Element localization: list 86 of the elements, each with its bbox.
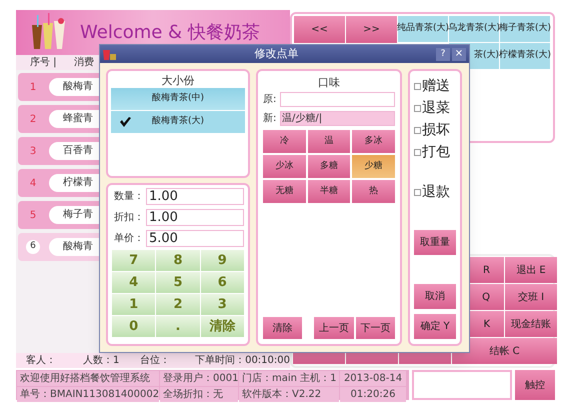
info-text: 下单时间：00:10:00 bbox=[195, 354, 290, 368]
value-field[interactable]: 1.00 bbox=[146, 188, 244, 205]
action-button[interactable]: 取重量 bbox=[414, 230, 456, 255]
menu-item-button[interactable]: 纯品青茶(大) bbox=[398, 16, 448, 42]
keypad-key[interactable]: . bbox=[156, 316, 200, 337]
checkbox[interactable] bbox=[414, 105, 421, 112]
keypad-key[interactable]: 1 bbox=[112, 294, 156, 315]
banner-title: Welcome & 快餐奶茶 bbox=[80, 21, 260, 45]
keypad-key[interactable]: 3 bbox=[200, 294, 244, 315]
function-button[interactable]: 结帐 C bbox=[452, 338, 557, 364]
new-field[interactable]: 温/少糖/| bbox=[280, 111, 395, 126]
dialog-title: 修改点单 bbox=[254, 46, 300, 62]
field-label: 原: bbox=[263, 93, 277, 107]
keypad-key[interactable]: 清除 bbox=[200, 316, 244, 337]
size-option[interactable]: 酸梅青茶(中) bbox=[111, 88, 245, 110]
flavor-action-button[interactable]: 下一页 bbox=[356, 317, 395, 339]
option-label: 退款 bbox=[422, 183, 450, 202]
keypad-key[interactable]: 5 bbox=[156, 272, 200, 293]
info-text: 台位： bbox=[140, 354, 172, 368]
size-option[interactable]: 酸梅青茶(大) bbox=[111, 111, 245, 133]
flavor-button[interactable]: 少冰 bbox=[263, 155, 306, 178]
checkbox[interactable] bbox=[414, 83, 421, 90]
status-cell: 软件版本：V2.22 bbox=[239, 387, 339, 402]
flavor-button[interactable]: 半糖 bbox=[308, 180, 350, 203]
option-label: 打包 bbox=[422, 143, 450, 162]
status-cell: 2013-08-14 bbox=[340, 371, 406, 386]
keypad-key[interactable]: 8 bbox=[156, 250, 200, 271]
row-number: 5 bbox=[28, 208, 38, 222]
field-label: 折扣： bbox=[113, 210, 145, 225]
flavor-action-button[interactable]: 上一页 bbox=[314, 317, 354, 339]
function-button[interactable]: 交班 I bbox=[505, 284, 557, 310]
checkbox[interactable] bbox=[414, 189, 421, 196]
column-header: 序号 | bbox=[29, 56, 58, 70]
panel-title: 口味 bbox=[317, 75, 341, 90]
keypad-key[interactable]: 2 bbox=[156, 294, 200, 315]
page-button[interactable]: << bbox=[294, 16, 345, 43]
touch-button[interactable]: 触控 bbox=[515, 370, 555, 400]
field-label: 新: bbox=[263, 112, 277, 126]
menu-item-button[interactable]: 柠檬青茶(大) bbox=[500, 43, 550, 69]
row-number: 1 bbox=[28, 80, 38, 94]
cup-icon bbox=[103, 48, 117, 60]
close-button[interactable]: × bbox=[452, 48, 466, 60]
flavor-button[interactable]: 冷 bbox=[263, 130, 306, 153]
row-number: 2 bbox=[28, 112, 38, 126]
row-number: 6 bbox=[26, 240, 40, 254]
keypad-key[interactable]: 7 bbox=[112, 250, 156, 271]
action-button[interactable]: 取消 bbox=[414, 284, 456, 309]
menu-item-button[interactable]: 乌龙青茶(大) bbox=[449, 16, 499, 42]
option-label: 赠送 bbox=[422, 77, 450, 96]
option-label: 损坏 bbox=[422, 121, 450, 140]
value-field[interactable]: 5.00 bbox=[146, 230, 244, 247]
help-button[interactable]: ? bbox=[436, 48, 450, 60]
status-cell: 门店：main 主机：1 bbox=[239, 371, 339, 386]
keypad-key[interactable]: 4 bbox=[112, 272, 156, 293]
keypad-key[interactable]: 0 bbox=[112, 316, 156, 337]
flavor-button[interactable]: 热 bbox=[352, 180, 395, 203]
page-button[interactable]: >> bbox=[346, 16, 397, 43]
original-field[interactable] bbox=[280, 92, 395, 107]
status-cell: 登录用户：0001 bbox=[160, 371, 238, 386]
flavor-button[interactable]: 多冰 bbox=[352, 130, 395, 153]
check-icon bbox=[120, 117, 131, 127]
function-button[interactable]: 现金结账 bbox=[505, 311, 557, 337]
flavor-button[interactable]: 无糖 bbox=[263, 180, 306, 203]
info-text: 人数：1 bbox=[83, 354, 120, 368]
action-button[interactable]: 确定 Y bbox=[414, 314, 456, 339]
status-cell: 单号：BMAIN113081400002 bbox=[17, 387, 159, 402]
flavor-button[interactable]: 多糖 bbox=[308, 155, 350, 178]
checkbox[interactable] bbox=[414, 149, 421, 156]
row-number: 4 bbox=[28, 176, 38, 190]
field-label: 数量： bbox=[113, 190, 145, 204]
flavor-button[interactable]: 少糖 bbox=[352, 155, 395, 178]
row-number: 3 bbox=[28, 144, 38, 158]
keypad-key[interactable]: 6 bbox=[200, 272, 244, 293]
flavor-action-button[interactable]: 清除 bbox=[263, 317, 302, 339]
menu-item-button[interactable]: 梅子青茶(大) bbox=[500, 16, 550, 42]
keypad-key[interactable]: 9 bbox=[200, 250, 244, 271]
value-field[interactable]: 1.00 bbox=[146, 209, 244, 226]
option-label: 退菜 bbox=[422, 99, 450, 118]
column-header: 消费 bbox=[74, 56, 94, 70]
function-button[interactable]: 退出 E bbox=[505, 257, 557, 283]
status-cell: 欢迎使用好搭档餐饮管理系统 bbox=[17, 371, 159, 386]
status-cell: 全场折扣：无 bbox=[160, 387, 238, 402]
info-text: 客人： bbox=[25, 354, 57, 368]
status-cell: 01:20:26 bbox=[340, 387, 406, 402]
checkbox[interactable] bbox=[414, 127, 421, 134]
flavor-button[interactable]: 温 bbox=[308, 130, 350, 153]
